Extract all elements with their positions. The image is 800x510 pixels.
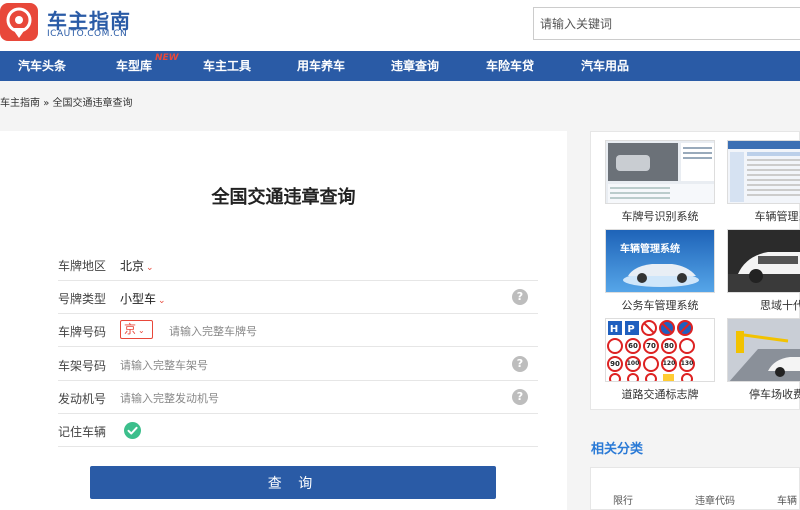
sign-label: 130 [680, 360, 694, 367]
sign-label: 100 [626, 360, 640, 367]
nav-item-insurance-loan[interactable]: 车险车贷 [486, 51, 534, 81]
remember-label: 记住车辆 [58, 425, 107, 439]
site-header: 车主指南 ICAUTO.COM.CN [0, 0, 800, 51]
nav-item-supplies[interactable]: 汽车用品 [581, 51, 629, 81]
region-row: 车牌地区 北京 ⌄ [58, 248, 538, 281]
nav-item-car-care[interactable]: 用车养车 [297, 51, 345, 81]
chevron-down-icon: ⌄ [146, 263, 154, 273]
province-value: 京 [124, 322, 137, 336]
plate-number-row: 车牌号码 京 ⌄ 请输入完整车牌号 [58, 314, 538, 347]
new-badge: NEW [155, 53, 179, 63]
thumb-caption[interactable]: 停车场收费系 [722, 386, 800, 402]
violation-query-panel: 全国交通违章查询 车牌地区 北京 ⌄ 号牌类型 小型车 ⌄ ? 车牌号码 京 ⌄ 请输… [0, 131, 567, 510]
thumb-caption[interactable]: 车牌号识别系统 [600, 208, 720, 224]
sign-label: 60 [628, 342, 638, 350]
page-title: 全国交通违章查询 [211, 187, 356, 208]
nav-item-tools[interactable]: 车主工具 [203, 51, 251, 81]
nav-item-violation-query[interactable]: 违章查询 [391, 51, 439, 81]
main-nav: 汽车头条 车型库 车主工具 用车养车 违章查询 车险车贷 汽车用品 [0, 51, 800, 81]
sidebar-gallery: 车牌号识别系统 车辆管理系 车辆管理系统 公务车管理系统 [590, 131, 800, 410]
query-button[interactable]: 查 询 [90, 466, 496, 499]
remember-row: 记住车辆 [58, 414, 538, 447]
sign-label: 90 [610, 360, 620, 368]
frame-number-label: 车架号码 [58, 359, 107, 373]
plate-number-label: 车牌号码 [58, 325, 107, 339]
thumb-official-car-management[interactable]: 车辆管理系统 [605, 229, 715, 293]
plate-number-input[interactable]: 请输入完整车牌号 [169, 323, 257, 339]
nav-item-headlines[interactable]: 汽车头条 [18, 51, 66, 81]
help-icon[interactable]: ? [512, 389, 528, 405]
frame-number-input[interactable]: 请输入完整车架号 [120, 357, 208, 373]
thumb-vehicle-management[interactable] [727, 140, 800, 204]
thumb-traffic-signs[interactable]: H P 60 70 80 90 100 120 130 [605, 318, 715, 382]
thumb-banner-text: 车辆管理系统 [620, 244, 680, 255]
province-select[interactable]: 京 ⌄ [120, 320, 153, 339]
breadcrumb-separator: » [43, 98, 50, 109]
search-input[interactable] [533, 7, 800, 40]
logo-domain: ICAUTO.COM.CN [47, 29, 128, 39]
engine-number-row: 发动机号 请输入完整发动机号 ? [58, 381, 538, 414]
chevron-down-icon: ⌄ [158, 296, 166, 306]
sign-label: 70 [646, 342, 656, 350]
plate-type-row: 号牌类型 小型车 ⌄ ? [58, 281, 538, 314]
related-item[interactable]: 限行 [613, 492, 633, 507]
plate-type-value: 小型车 [120, 292, 157, 306]
frame-number-row: 车架号码 请输入完整车架号 ? [58, 348, 538, 381]
sign-label: 120 [662, 360, 676, 367]
region-value: 北京 [120, 259, 145, 273]
related-item[interactable]: 车辆 [777, 492, 797, 507]
engine-number-input[interactable]: 请输入完整发动机号 [120, 390, 219, 406]
thumb-caption[interactable]: 公务车管理系统 [600, 297, 720, 313]
nav-item-models[interactable]: 车型库 [116, 51, 152, 81]
plate-type-label: 号牌类型 [58, 292, 107, 306]
engine-number-label: 发动机号 [58, 392, 107, 406]
related-item[interactable]: 违章代码 [695, 492, 735, 507]
region-label: 车牌地区 [58, 259, 107, 273]
chevron-down-icon: ⌄ [138, 326, 145, 335]
thumb-civic[interactable] [727, 229, 800, 293]
logo-pin-icon[interactable] [0, 3, 38, 41]
check-circle-icon[interactable] [124, 422, 141, 439]
thumb-caption[interactable]: 思域十代 [722, 297, 800, 313]
thumb-caption[interactable]: 车辆管理系 [722, 208, 800, 224]
breadcrumb-current: 全国交通违章查询 [52, 98, 133, 109]
thumb-caption[interactable]: 道路交通标志牌 [600, 386, 720, 402]
help-icon[interactable]: ? [512, 356, 528, 372]
related-categories-title: 相关分类 [591, 442, 644, 457]
breadcrumb-home[interactable]: 车主指南 [0, 98, 40, 109]
help-icon[interactable]: ? [512, 289, 528, 305]
thumb-parking-fee-system[interactable] [727, 318, 800, 382]
region-select[interactable]: 北京 ⌄ [120, 257, 154, 274]
sign-label: 80 [664, 342, 674, 350]
plate-type-select[interactable]: 小型车 ⌄ [120, 290, 166, 307]
related-categories-panel: 限行 违章代码 车辆 [590, 467, 800, 510]
thumb-plate-recognition[interactable] [605, 140, 715, 204]
breadcrumb: 车主指南 » 全国交通违章查询 [0, 94, 133, 109]
